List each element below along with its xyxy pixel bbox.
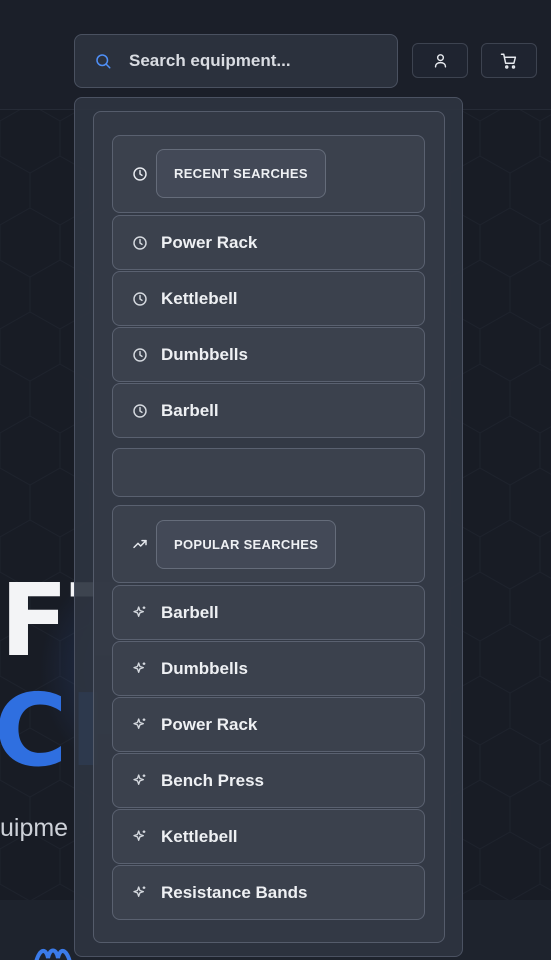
search-input[interactable] — [129, 47, 379, 75]
sparkles-icon — [133, 773, 146, 785]
popular-search-item[interactable]: Power Rack — [112, 697, 425, 752]
sparkles-icon — [133, 661, 146, 673]
sparkles-icon — [133, 885, 146, 897]
top-navigation-bar — [0, 0, 551, 110]
account-button[interactable] — [412, 43, 468, 78]
sparkles-icon — [133, 717, 146, 729]
popular-search-label: Resistance Bands — [161, 882, 308, 902]
recent-searches-header: RECENT SEARCHES — [112, 135, 425, 213]
cart-button[interactable] — [481, 43, 537, 78]
sparkles-icon — [133, 605, 146, 617]
clock-icon — [133, 167, 147, 181]
search-suggestions-dropdown: RECENT SEARCHES Power Rack Kettlebell Du… — [74, 97, 463, 957]
recent-search-item[interactable]: Power Rack — [112, 215, 425, 270]
recent-search-label: Dumbbells — [161, 344, 248, 364]
popular-searches-header: POPULAR SEARCHES — [112, 505, 425, 583]
popular-search-label: Kettlebell — [161, 826, 238, 846]
recent-search-item[interactable]: Barbell — [112, 383, 425, 438]
recent-search-label: Power Rack — [161, 232, 258, 252]
popular-search-label: Dumbbells — [161, 658, 248, 678]
popular-searches-label: POPULAR SEARCHES — [156, 520, 337, 569]
popular-search-label: Power Rack — [161, 714, 258, 734]
hero-subtitle: uipme — [0, 814, 69, 842]
popular-search-label: Barbell — [161, 602, 219, 622]
recent-searches-label: RECENT SEARCHES — [156, 149, 326, 198]
section-divider — [112, 448, 425, 497]
search-icon — [96, 54, 111, 69]
popular-search-label: Bench Press — [161, 770, 264, 790]
trending-up-icon — [133, 539, 147, 549]
brand-logo-icon — [34, 948, 72, 960]
sparkles-icon — [133, 829, 146, 841]
cart-icon — [500, 53, 517, 69]
search-box[interactable] — [74, 34, 398, 88]
popular-search-item[interactable]: Barbell — [112, 585, 425, 640]
suggestions-panel: RECENT SEARCHES Power Rack Kettlebell Du… — [93, 111, 445, 943]
popular-search-item[interactable]: Dumbbells — [112, 641, 425, 696]
recent-search-item[interactable]: Dumbbells — [112, 327, 425, 382]
popular-search-item[interactable]: Kettlebell — [112, 809, 425, 864]
recent-search-label: Kettlebell — [161, 288, 238, 308]
clock-icon — [133, 403, 147, 418]
recent-search-label: Barbell — [161, 400, 219, 420]
user-icon — [434, 54, 446, 68]
popular-search-item[interactable]: Bench Press — [112, 753, 425, 808]
recent-search-item[interactable]: Kettlebell — [112, 271, 425, 326]
popular-search-item[interactable]: Resistance Bands — [112, 865, 425, 920]
clock-icon — [133, 291, 147, 306]
clock-icon — [133, 347, 147, 362]
clock-icon — [133, 235, 147, 250]
